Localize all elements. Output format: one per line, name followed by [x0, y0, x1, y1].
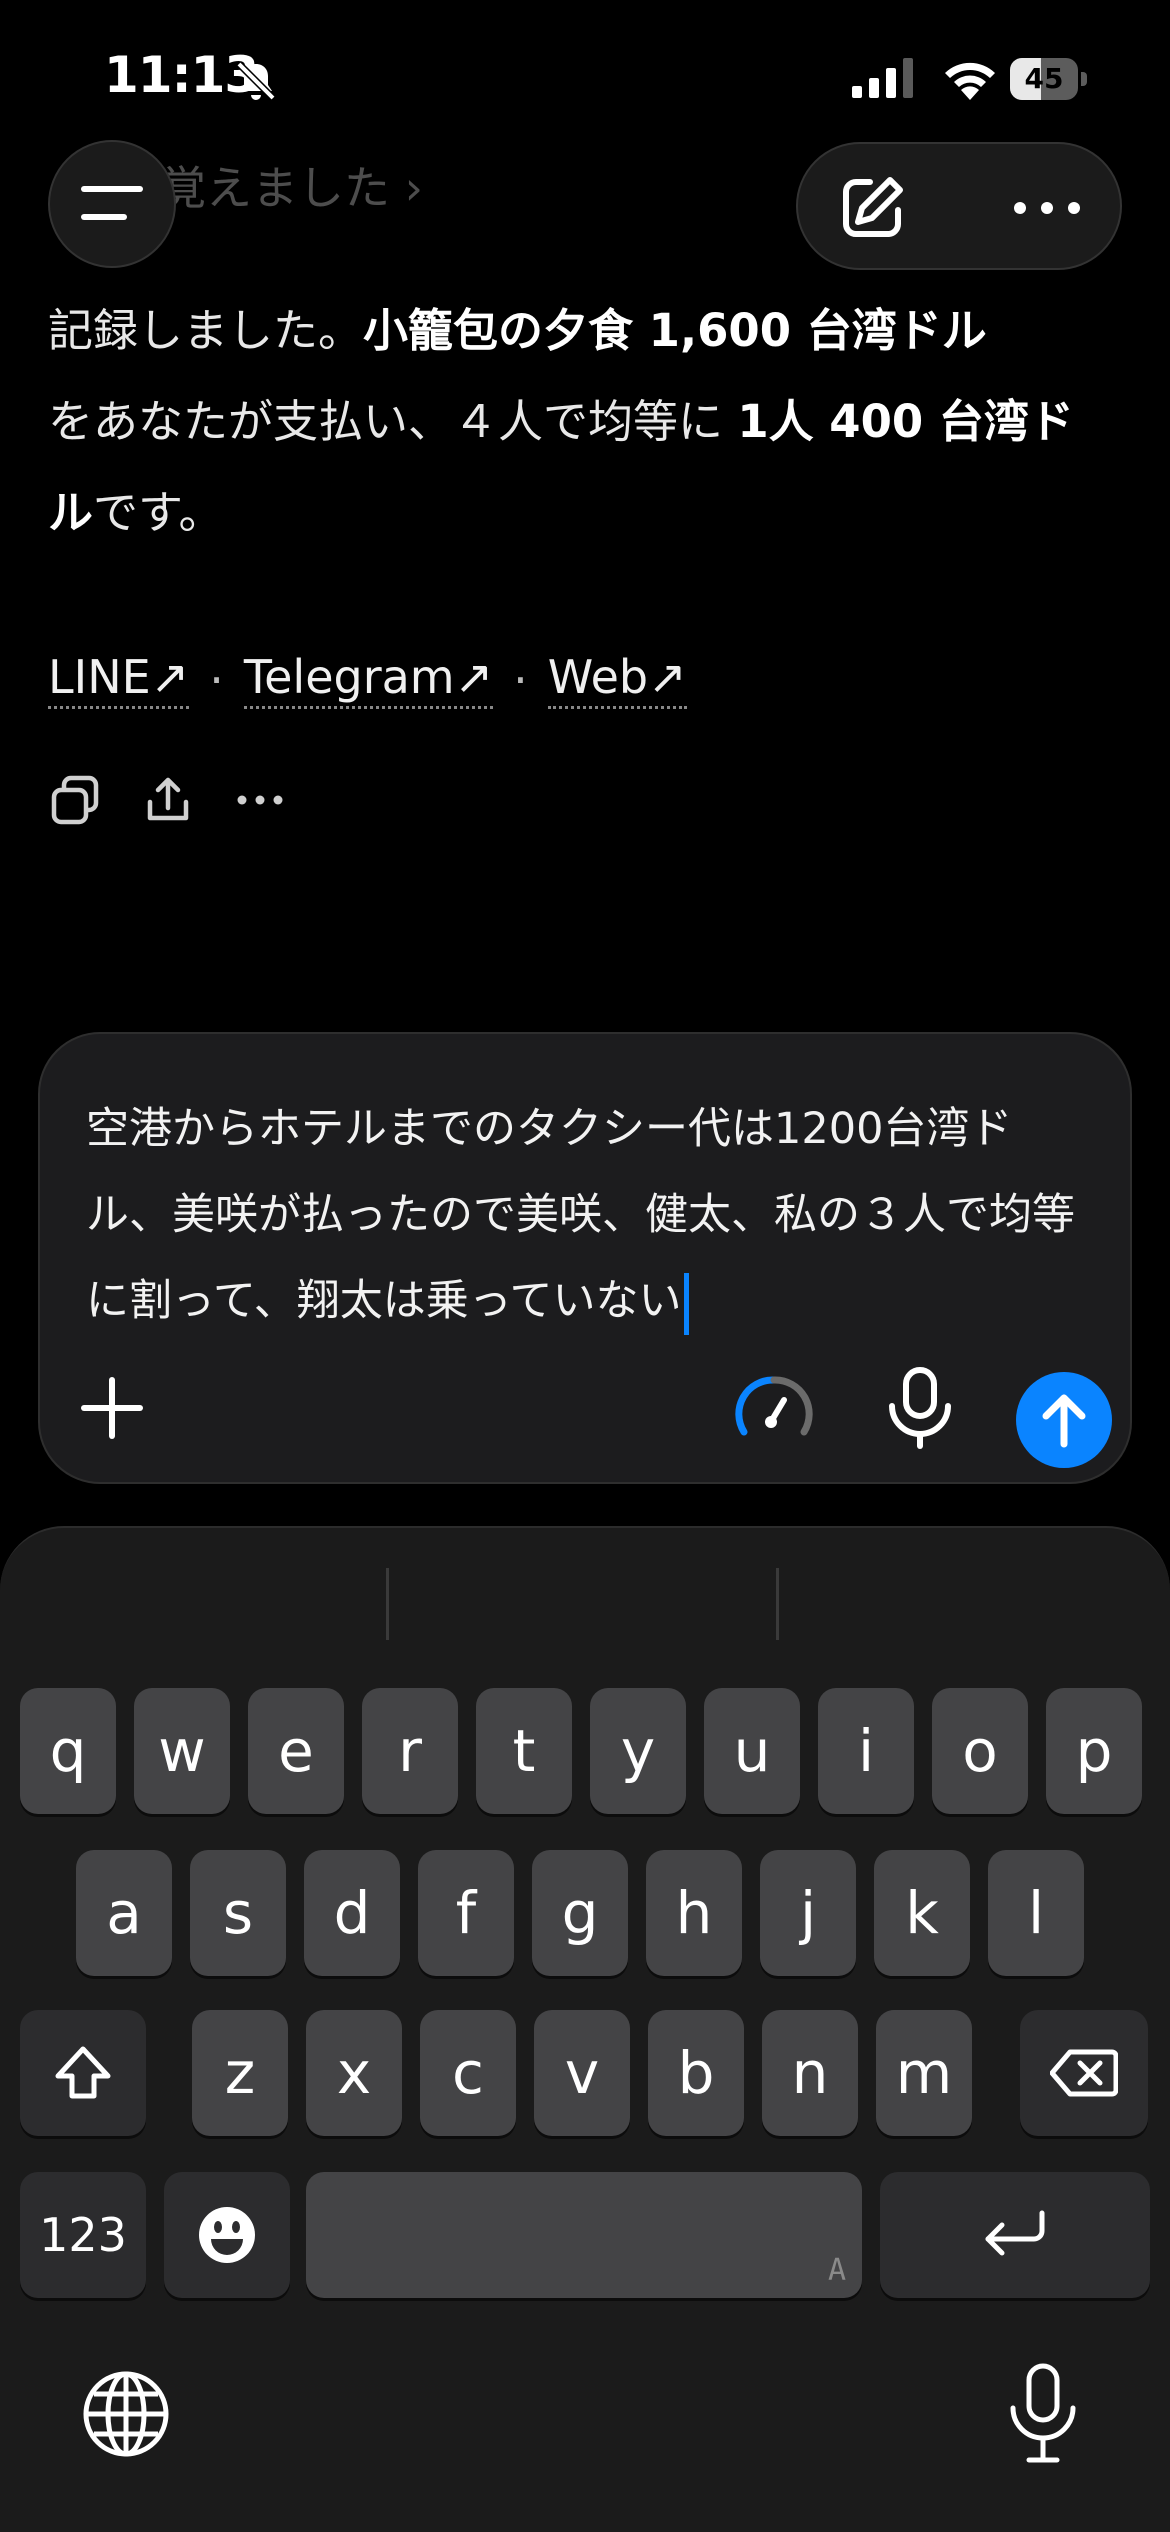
- shift-icon: [55, 2046, 111, 2099]
- shift-key[interactable]: [20, 2010, 146, 2136]
- key-t[interactable]: t: [476, 1688, 572, 1814]
- delete-key[interactable]: [1020, 2010, 1148, 2136]
- message-text: です。: [93, 486, 224, 539]
- header-actions-pill: [796, 142, 1122, 270]
- key-u[interactable]: u: [704, 1688, 800, 1814]
- emoji-key[interactable]: [164, 2172, 290, 2298]
- input-mode-mark: A: [827, 2253, 846, 2288]
- key-f[interactable]: f: [418, 1850, 514, 1976]
- message-text: 記録しました。: [48, 304, 364, 357]
- faded-header-link[interactable]: 覚えました ›: [160, 152, 423, 218]
- message-actions: [48, 772, 288, 828]
- text-caret: [683, 1272, 689, 1335]
- copy-icon[interactable]: [48, 772, 104, 828]
- key-l[interactable]: l: [988, 1850, 1084, 1976]
- microphone-icon[interactable]: [882, 1366, 958, 1450]
- speed-gauge-icon[interactable]: [734, 1370, 814, 1446]
- numbers-key[interactable]: 123: [20, 2172, 146, 2298]
- key-k[interactable]: k: [874, 1850, 970, 1976]
- battery-percent: 45: [1024, 62, 1064, 95]
- key-g[interactable]: g: [532, 1850, 628, 1976]
- return-key[interactable]: [880, 2172, 1150, 2298]
- key-y[interactable]: y: [590, 1688, 686, 1814]
- link-separator: ·: [209, 652, 224, 707]
- wifi-icon: [945, 62, 995, 100]
- composer-draft-text: 空港からホテルまでのタクシー代は1200台湾ドル、美咲が払ったので美咲、健太、私…: [86, 1104, 1075, 1326]
- bell-muted-icon: [236, 61, 276, 101]
- key-z[interactable]: z: [192, 2010, 288, 2136]
- add-attachment-icon[interactable]: [76, 1372, 148, 1444]
- suggestion-divider: [776, 1568, 779, 1640]
- link-separator: ·: [513, 652, 528, 707]
- key-v[interactable]: v: [534, 2010, 630, 2136]
- key-j[interactable]: j: [760, 1850, 856, 1976]
- cellular-signal-icon: [852, 58, 913, 98]
- assistant-message: 記録しました。小籠包の夕食 1,600 台湾ドル をあなたが支払い、４人で均等に …: [48, 285, 1078, 558]
- emoji-icon: [199, 2207, 255, 2263]
- key-c[interactable]: c: [420, 2010, 516, 2136]
- key-m[interactable]: m: [876, 2010, 972, 2136]
- key-e[interactable]: e: [248, 1688, 344, 1814]
- hamburger-icon: [81, 186, 143, 220]
- message-bold-meal: 小籠包の夕食 1,600 台湾ドル: [363, 304, 987, 357]
- more-icon[interactable]: [232, 772, 288, 828]
- arrow-up-icon: [1042, 1394, 1086, 1448]
- return-icon: [985, 2210, 1045, 2256]
- key-w[interactable]: w: [134, 1688, 230, 1814]
- suggestion-divider: [386, 1568, 389, 1640]
- backspace-icon: [1050, 2049, 1118, 2097]
- key-h[interactable]: h: [646, 1850, 742, 1976]
- key-i[interactable]: i: [818, 1688, 914, 1814]
- key-s[interactable]: s: [190, 1850, 286, 1976]
- link-line[interactable]: LINE↗: [48, 650, 190, 709]
- space-key[interactable]: A: [306, 2172, 862, 2298]
- key-p[interactable]: p: [1046, 1688, 1142, 1814]
- dictation-mic-icon[interactable]: [1000, 2362, 1086, 2466]
- more-options-icon[interactable]: [1010, 188, 1084, 228]
- key-q[interactable]: q: [20, 1688, 116, 1814]
- share-icon[interactable]: [140, 772, 196, 828]
- globe-icon[interactable]: [80, 2368, 172, 2460]
- share-links: LINE↗ · Telegram↗ · Web↗: [48, 650, 687, 709]
- key-n[interactable]: n: [762, 2010, 858, 2136]
- composer-input[interactable]: 空港からホテルまでのタクシー代は1200台湾ドル、美咲が払ったので美咲、健太、私…: [86, 1086, 1096, 1344]
- key-r[interactable]: r: [362, 1688, 458, 1814]
- key-x[interactable]: x: [306, 2010, 402, 2136]
- link-telegram[interactable]: Telegram↗: [243, 650, 494, 709]
- link-web[interactable]: Web↗: [547, 650, 687, 709]
- menu-button[interactable]: [48, 140, 176, 268]
- key-o[interactable]: o: [932, 1688, 1028, 1814]
- battery-indicator: 45: [1010, 58, 1088, 100]
- new-chat-edit-icon[interactable]: [836, 172, 908, 244]
- key-b[interactable]: b: [648, 2010, 744, 2136]
- key-d[interactable]: d: [304, 1850, 400, 1976]
- message-composer[interactable]: 空港からホテルまでのタクシー代は1200台湾ドル、美咲が払ったので美咲、健太、私…: [38, 1032, 1132, 1484]
- key-a[interactable]: a: [76, 1850, 172, 1976]
- message-text: をあなたが支払い、４人で均等に: [48, 395, 738, 448]
- send-button[interactable]: [1016, 1372, 1112, 1468]
- keyboard: qwertyuiop asdfghjkl zxcvbnm 123 A: [0, 1526, 1170, 2532]
